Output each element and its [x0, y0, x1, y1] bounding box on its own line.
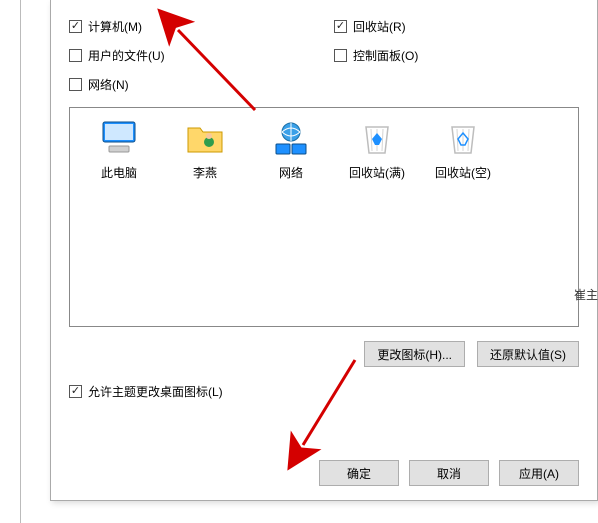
icon-item-recyclebin-full[interactable]: 回收站(满) — [334, 118, 420, 181]
checkbox-box: ✓ — [69, 385, 82, 398]
pc-icon — [99, 118, 139, 158]
icon-preview-panel: 此电脑 李燕 — [69, 107, 579, 327]
checkbox-label: 网络(N) — [88, 76, 129, 93]
checkbox-label: 控制面板(O) — [353, 47, 418, 64]
icon-label: 网络 — [279, 164, 303, 181]
change-icon-button[interactable]: 更改图标(H)... — [364, 341, 465, 367]
icon-item-this-pc[interactable]: 此电脑 — [76, 118, 162, 181]
checkbox-label: 允许主题更改桌面图标(L) — [88, 383, 223, 400]
icon-item-network[interactable]: 网络 — [248, 118, 334, 181]
checkbox-box: ✓ — [69, 20, 82, 33]
recycle-bin-empty-icon — [443, 118, 483, 158]
cancel-button[interactable]: 取消 — [409, 460, 489, 486]
icon-item-recyclebin-empty[interactable]: 回收站(空) — [420, 118, 506, 181]
dialog-button-row: 确定 取消 应用(A) — [319, 460, 579, 486]
icon-action-buttons: 更改图标(H)... 还原默认值(S) — [69, 341, 579, 367]
icon-label: 此电脑 — [101, 164, 137, 181]
checkbox-allow-theme[interactable]: ✓ 允许主题更改桌面图标(L) — [69, 383, 579, 400]
checkbox-box — [69, 78, 82, 91]
checkbox-computer[interactable]: ✓ 计算机(M) — [69, 18, 314, 35]
checkbox-network[interactable]: 网络(N) — [69, 76, 314, 93]
apply-button[interactable]: 应用(A) — [499, 460, 579, 486]
icon-item-user[interactable]: 李燕 — [162, 118, 248, 181]
checkbox-label: 用户的文件(U) — [88, 47, 165, 64]
checkbox-box — [334, 49, 347, 62]
checkbox-box: ✓ — [334, 20, 347, 33]
ok-button[interactable]: 确定 — [319, 460, 399, 486]
desktop-icon-settings-dialog: ✓ 计算机(M) ✓ 回收站(R) 用户的文件(U) 控制面板(O) 网络(N) — [50, 0, 598, 501]
checkbox-label: 回收站(R) — [353, 18, 406, 35]
checkbox-label: 计算机(M) — [88, 18, 142, 35]
background-text-fragment: 崔主 — [574, 286, 598, 303]
icon-label: 回收站(满) — [349, 164, 405, 181]
network-icon — [271, 118, 311, 158]
restore-defaults-button[interactable]: 还原默认值(S) — [477, 341, 579, 367]
checkbox-box — [69, 49, 82, 62]
checkbox-control-panel[interactable]: 控制面板(O) — [334, 47, 579, 64]
checkbox-user-files[interactable]: 用户的文件(U) — [69, 47, 314, 64]
icon-label: 回收站(空) — [435, 164, 491, 181]
desktop-icons-checkbox-group: ✓ 计算机(M) ✓ 回收站(R) 用户的文件(U) 控制面板(O) 网络(N) — [69, 14, 579, 93]
user-folder-icon — [185, 118, 225, 158]
recycle-bin-full-icon — [357, 118, 397, 158]
icon-label: 李燕 — [193, 164, 217, 181]
checkbox-recycle-bin[interactable]: ✓ 回收站(R) — [334, 18, 579, 35]
